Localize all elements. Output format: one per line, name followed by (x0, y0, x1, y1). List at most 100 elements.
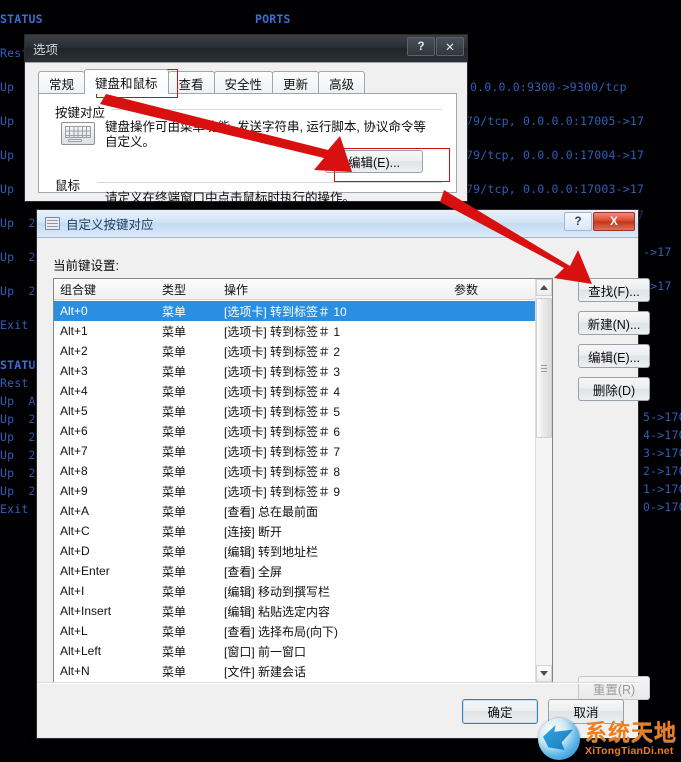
cell-0: Alt+0 (60, 304, 88, 318)
table-row[interactable]: Alt+4 菜单 [选项卡] 转到标签＃ 4 (54, 381, 552, 401)
table-row[interactable]: Alt+0 菜单 [选项卡] 转到标签＃ 10 (54, 301, 552, 321)
table-row[interactable]: Alt+L 菜单 [查看] 选择布局(向下) (54, 621, 552, 641)
terminal-line: 2->170 (643, 464, 681, 478)
cell-1: 菜单 (162, 304, 187, 319)
scroll-down-icon[interactable] (536, 665, 552, 682)
cell-0: Alt+9 (60, 484, 88, 498)
cell-1: 菜单 (162, 564, 187, 579)
cell-0: Alt+1 (60, 324, 88, 338)
column-header-3[interactable]: 参数 (448, 281, 538, 298)
help-icon[interactable]: ? (407, 37, 435, 56)
keymap-list-header: 组合键 类型 操作 参数 (54, 279, 552, 300)
column-header-0[interactable]: 组合键 (54, 281, 156, 298)
cell-0: Alt+A (60, 504, 90, 518)
close-icon[interactable]: ✕ (436, 37, 464, 56)
cell-1: 菜单 (162, 444, 187, 459)
ok-button[interactable]: 确定 (462, 699, 538, 724)
options-dialog-titlebar[interactable]: 选项 ? ✕ (25, 35, 467, 63)
side-button-0[interactable]: 查找(F)... (578, 278, 650, 302)
cell-2: [查看] 总在最前面 (224, 504, 319, 519)
terminal-line: ->17 (643, 245, 672, 259)
cell-2: [文件] 新建会话 (224, 664, 307, 679)
scroll-up-icon[interactable] (536, 279, 552, 296)
terminal-line: 3->170 (643, 446, 681, 460)
table-row[interactable]: Alt+1 菜单 [选项卡] 转到标签＃ 1 (54, 321, 552, 341)
reset-button[interactable]: 重置(R) (578, 676, 650, 700)
keymap-dialog-title: 自定义按键对应 (66, 218, 154, 232)
terminal-line: Exit (0, 502, 29, 516)
terminal-line: STATUS (0, 12, 43, 26)
terminal-line: 79/tcp, 0.0.0.0:17003->17 (466, 182, 645, 196)
terminal-line: Up 2 (0, 216, 36, 230)
table-row[interactable]: Alt+7 菜单 [选项卡] 转到标签＃ 7 (54, 441, 552, 461)
tab-3[interactable]: 安全性 (213, 71, 274, 94)
table-row[interactable]: Alt+9 菜单 [选项卡] 转到标签＃ 9 (54, 481, 552, 501)
cell-0: Alt+2 (60, 344, 88, 358)
keymap-listbox[interactable]: 组合键 类型 操作 参数 Alt+0 菜单 [选项卡] 转到标签＃ 10 Alt+1 菜单 [选… (53, 278, 553, 683)
cell-2: [选项卡] 转到标签＃ 10 (224, 304, 347, 319)
current-keys-label: 当前键设置: (53, 259, 119, 273)
terminal-line: 1->170 (643, 482, 681, 496)
table-row[interactable]: Alt+5 菜单 [选项卡] 转到标签＃ 5 (54, 401, 552, 421)
table-row[interactable]: Alt+I 菜单 [编辑] 移动到撰写栏 (54, 581, 552, 601)
mouse-description: 请定义在终端窗口中点击鼠标时执行的操作。 (105, 191, 356, 205)
table-row[interactable]: Alt+Insert 菜单 [编辑] 粘贴选定内容 (54, 601, 552, 621)
options-dialog-title: 选项 (33, 43, 59, 57)
cell-2: [连接] 断开 (224, 524, 283, 539)
terminal-line: STATU (0, 358, 36, 372)
side-button-2[interactable]: 编辑(E)... (578, 344, 650, 368)
cell-1: 菜单 (162, 424, 187, 439)
table-row[interactable]: Alt+Enter 菜单 [查看] 全屏 (54, 561, 552, 581)
keymap-group-divider (111, 109, 442, 110)
cell-0: Alt+Enter (60, 564, 110, 578)
edit-keymap-button[interactable]: 编辑(E)... (325, 150, 423, 173)
table-row[interactable]: Alt+8 菜单 [选项卡] 转到标签＃ 8 (54, 461, 552, 481)
table-row[interactable]: Alt+C 菜单 [连接] 断开 (54, 521, 552, 541)
terminal-line: 5->170 (643, 410, 681, 424)
table-row[interactable]: Alt+6 菜单 [选项卡] 转到标签＃ 6 (54, 421, 552, 441)
mouse-group-label: 鼠标 (55, 179, 81, 193)
terminal-line: Up 2 (0, 430, 36, 444)
footer-divider-highlight (37, 683, 638, 684)
terminal-line: Up 2 (0, 250, 36, 264)
cell-1: 菜单 (162, 524, 187, 539)
scrollbar-thumb[interactable] (536, 298, 552, 438)
cell-1: 菜单 (162, 604, 187, 619)
options-dialog-window-buttons: ? ✕ (407, 37, 464, 56)
tab-2[interactable]: 查看 (167, 71, 215, 94)
side-button-3[interactable]: 删除(D) (578, 377, 650, 401)
table-row[interactable]: Alt+Left 菜单 [窗口] 前一窗口 (54, 641, 552, 661)
cell-1: 菜单 (162, 504, 187, 519)
keymap-description: 键盘操作可由菜单功能, 发送字符串, 运行脚本, 协议命令等自定义。 (105, 120, 426, 149)
cell-2: [选项卡] 转到标签＃ 2 (224, 344, 341, 359)
tab-4[interactable]: 更新 (272, 71, 320, 94)
cell-0: Alt+Left (60, 644, 102, 658)
terminal-line: 79/tcp, 0.0.0.0:17005->17 (466, 114, 645, 128)
keymap-dialog-titlebar[interactable]: 自定义按键对应 ? X (37, 210, 638, 238)
table-row[interactable]: Alt+N 菜单 [文件] 新建会话 (54, 661, 552, 681)
table-row[interactable]: Alt+3 菜单 [选项卡] 转到标签＃ 3 (54, 361, 552, 381)
globe-icon (537, 718, 580, 760)
vertical-scrollbar[interactable] (535, 279, 552, 682)
table-row[interactable]: Alt+D 菜单 [编辑] 转到地址栏 (54, 541, 552, 561)
column-header-2[interactable]: 操作 (218, 281, 448, 298)
terminal-line: Rest (0, 376, 29, 390)
help-icon[interactable]: ? (564, 212, 592, 231)
cell-1: 菜单 (162, 544, 187, 559)
mouse-group-divider (97, 182, 442, 183)
table-row[interactable]: Alt+2 菜单 [选项卡] 转到标签＃ 2 (54, 341, 552, 361)
keymap-list-rows[interactable]: Alt+0 菜单 [选项卡] 转到标签＃ 10 Alt+1 菜单 [选项卡] 转到标签＃ … (54, 301, 552, 682)
cell-2: [编辑] 粘贴选定内容 (224, 604, 331, 619)
keymap-dialog: 自定义按键对应 ? X 当前键设置: 组合键 类型 操作 参数 Alt+0 菜单 [选项卡… (36, 209, 650, 739)
cell-1: 菜单 (162, 364, 187, 379)
tab-0[interactable]: 常规 (38, 71, 86, 94)
cell-1: 菜单 (162, 404, 187, 419)
tab-5[interactable]: 高级 (318, 71, 366, 94)
table-row[interactable]: Alt+A 菜单 [查看] 总在最前面 (54, 501, 552, 521)
close-icon[interactable]: X (593, 212, 635, 231)
side-button-1[interactable]: 新建(N)... (578, 311, 650, 335)
cell-2: [选项卡] 转到标签＃ 6 (224, 424, 341, 439)
column-header-1[interactable]: 类型 (156, 281, 218, 298)
keyboard-window-icon (45, 217, 60, 230)
tab-1[interactable]: 键盘和鼠标 (84, 69, 169, 94)
